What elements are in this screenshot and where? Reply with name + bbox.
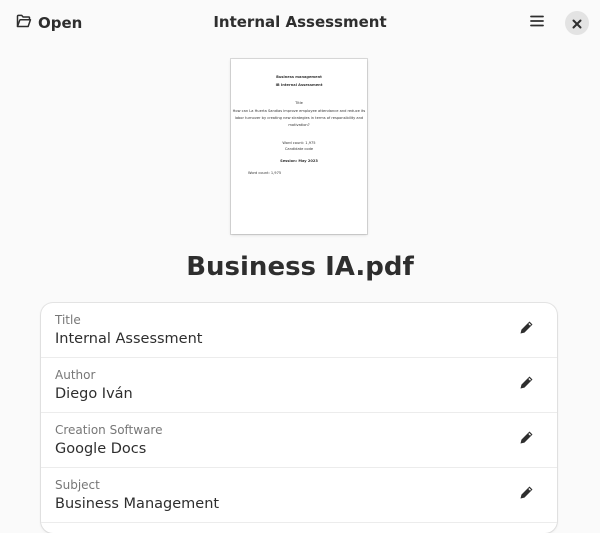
property-row-subject: Subject Business Management [41, 468, 557, 523]
document-thumbnail: Business management IB Internal Assessme… [231, 59, 367, 234]
header-bar: Open Internal Assessment [0, 0, 600, 46]
property-value: Diego Iván [55, 386, 133, 402]
property-value: Google Docs [55, 441, 147, 457]
thumbnail-text-line: Word count: 1,975 [248, 171, 282, 175]
thumbnail-text-line: Candidate code [284, 147, 314, 151]
pencil-icon [519, 485, 534, 504]
close-button[interactable] [565, 11, 589, 35]
property-row-creation-software: Creation Software Google Docs [41, 413, 557, 468]
edit-subject-button[interactable] [513, 481, 539, 507]
edit-title-button[interactable] [513, 316, 539, 342]
thumbnail-text-line: How can La Huerta Sandias improve employ… [232, 109, 366, 113]
edit-creation-software-button[interactable] [513, 426, 539, 452]
property-label: Title [55, 313, 81, 327]
edit-author-button[interactable] [513, 371, 539, 397]
menu-icon [529, 13, 545, 33]
thumbnail-text-line: motivation? [288, 123, 310, 127]
property-label: Subject [55, 478, 100, 492]
properties-list: Title Internal Assessment Author Diego I… [41, 303, 557, 533]
open-label: Open [38, 14, 83, 32]
thumbnail-text-line: Business management [276, 75, 322, 79]
pencil-icon [519, 320, 534, 339]
thumbnail-text-line: labor turnover by creating new strategie… [234, 116, 364, 120]
file-name: Business IA.pdf [186, 252, 414, 282]
pencil-icon [519, 430, 534, 449]
thumbnail-text-line: Word count: 1,975 [282, 141, 316, 145]
folder-open-icon [16, 13, 32, 33]
open-button[interactable]: Open [8, 8, 90, 38]
pencil-icon [519, 375, 534, 394]
thumbnail-text-line: Title [295, 101, 303, 105]
menu-button[interactable] [522, 8, 552, 38]
property-label: Author [55, 368, 96, 382]
property-row-author: Author Diego Iván [41, 358, 557, 413]
property-label: Creation Software [55, 423, 163, 437]
thumbnail-text-line: Session: May 2023 [280, 159, 318, 163]
property-row-title: Title Internal Assessment [41, 303, 557, 358]
thumbnail-text-line: IB Internal Assessment [275, 83, 323, 87]
property-value: Business Management [55, 496, 220, 512]
close-icon [572, 14, 582, 33]
property-value: Internal Assessment [55, 331, 203, 347]
